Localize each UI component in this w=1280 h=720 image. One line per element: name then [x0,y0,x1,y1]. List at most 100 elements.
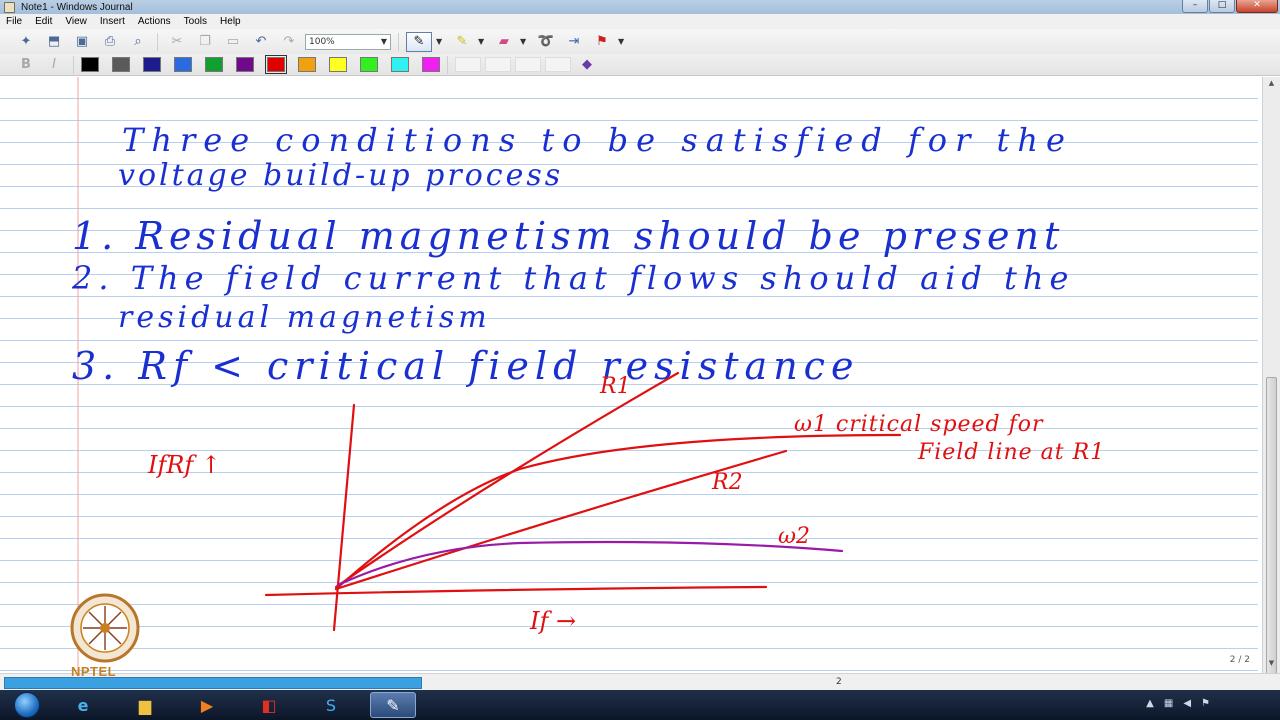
standard-toolbar: ✦ ⬒ ▣ ⎙ ⌕ ✂ ❐ ▭ ↶ ↷ 100% ▼ ✎ ▼ ✎ ▼ ▰ ▼ ➰… [0,29,1280,54]
undo-icon[interactable]: ↶ [249,32,273,52]
internet-explorer-icon[interactable]: e [60,692,106,718]
pen-dropdown-icon[interactable]: ▼ [436,37,446,46]
menu-file[interactable]: File [6,16,22,27]
save-icon[interactable]: ▣ [70,32,94,52]
color-swatch-3[interactable] [143,57,161,72]
toolbar-separator [73,55,74,74]
window-title: Note1 - Windows Journal [21,1,133,13]
toolbar-separator [447,55,448,74]
r2-label: R2 [711,470,743,495]
windows-journal-taskbar-icon[interactable]: ✎ [370,692,416,718]
pen-width-4[interactable] [545,57,571,72]
volume-icon[interactable]: ◀ [1183,698,1191,709]
italic-icon[interactable]: I [42,55,66,75]
menu-help[interactable]: Help [220,16,241,27]
copy-icon[interactable]: ❐ [193,32,217,52]
scroll-up-icon[interactable]: ▲ [1266,79,1277,91]
color-swatch-2[interactable] [112,57,130,72]
open-icon[interactable]: ⬒ [42,32,66,52]
eraser-icon[interactable]: ▰ [492,32,516,52]
network-icon[interactable]: ▦ [1164,698,1173,709]
nptel-logo-text: NPTEL [71,664,117,679]
condition-3: 3. Rf < critical field resistance [72,344,859,388]
heading-line-1: Three conditions to be satisfied for the [122,121,1073,159]
nptel-emblem-icon [70,593,140,663]
color-swatch-12[interactable] [422,57,440,72]
pen-width-3[interactable] [515,57,541,72]
lasso-icon[interactable]: ➰ [534,32,558,52]
format-toolbar: B I ◆ [0,54,1280,76]
menu-insert[interactable]: Insert [100,16,125,27]
menu-actions[interactable]: Actions [138,16,171,27]
y-axis-label: IfRf ↑ [147,451,221,479]
media-player-icon[interactable]: ▶ [184,692,230,718]
heading-line-2: voltage build-up process [118,158,563,193]
journal-window: Note1 - Windows Journal – □ ✕ File Edit … [0,0,1280,720]
toolbar-separator [157,32,158,51]
w2-label: ω2 [778,524,810,549]
zoom-value: 100% [309,36,335,47]
redo-icon[interactable]: ↷ [277,32,301,52]
menu-tools[interactable]: Tools [184,16,207,27]
menu-bar: File Edit View Insert Actions Tools Help [0,14,1280,29]
color-swatch-6[interactable] [236,57,254,72]
vertical-scrollbar[interactable]: ▲ ▼ [1262,77,1280,720]
status-bar: 2 [0,673,1280,690]
find-icon[interactable]: ⌕ [126,32,150,52]
tray-arrow-icon[interactable]: ▲ [1146,698,1154,709]
w1-label-continued: Field line at R1 [917,440,1105,465]
title-bar: Note1 - Windows Journal – □ ✕ [0,0,1280,14]
condition-2: 2. The field current that flows should a… [71,259,1074,297]
office-icon[interactable]: ◧ [246,692,292,718]
color-swatch-7[interactable] [265,55,287,74]
color-swatch-4[interactable] [174,57,192,72]
pen-tool-button[interactable]: ✎ [406,31,432,52]
w1-label: ω1 critical speed for [794,412,1044,437]
close-button[interactable]: ✕ [1236,0,1278,13]
toolbar-separator [398,32,399,51]
color-swatch-11[interactable] [391,57,409,72]
color-swatch-10[interactable] [360,57,378,72]
r1-label: R1 [599,374,631,399]
insert-space-icon[interactable]: ⇥ [562,32,586,52]
color-chooser-icon[interactable]: ◆ [575,55,599,75]
cut-icon[interactable]: ✂ [165,32,189,52]
windows-taskbar: e ▆ ▶ ◧ S ✎ ▲ ▦ ◀ ⚑ [0,690,1280,720]
flag-tray-icon[interactable]: ⚑ [1201,698,1210,709]
chevron-down-icon: ▼ [380,37,387,46]
color-swatch-9[interactable] [329,57,347,72]
eraser-dropdown-icon[interactable]: ▼ [520,37,530,46]
color-swatch-8[interactable] [298,57,316,72]
journal-app-icon [4,1,15,13]
zoom-select[interactable]: 100% ▼ [305,33,391,50]
condition-1: 1. Residual magnetism should be present [72,214,1064,258]
menu-view[interactable]: View [65,16,87,27]
flag-dropdown-icon[interactable]: ▼ [618,37,628,46]
windows-logo-icon [14,692,40,718]
condition-2-continued: residual magnetism [118,300,491,335]
print-icon[interactable]: ⎙ [98,32,122,52]
menu-edit[interactable]: Edit [35,16,52,27]
bold-icon[interactable]: B [14,55,38,75]
folder-icon[interactable]: ▆ [122,692,168,718]
maximize-button[interactable]: □ [1209,0,1235,13]
new-note-icon[interactable]: ✦ [14,32,38,52]
flag-icon[interactable]: ⚑ [590,32,614,52]
pen-width-1[interactable] [455,57,481,72]
note-canvas: Three conditions to be satisfied for the… [0,77,1258,673]
highlighter-dropdown-icon[interactable]: ▼ [478,37,488,46]
color-palette [81,55,440,74]
color-swatch-5[interactable] [205,57,223,72]
start-button[interactable] [10,690,44,720]
scroll-down-icon[interactable]: ▼ [1266,659,1277,671]
skype-icon[interactable]: S [308,692,354,718]
paste-icon[interactable]: ▭ [221,32,245,52]
minimize-button[interactable]: – [1182,0,1208,13]
highlighter-icon[interactable]: ✎ [450,32,474,52]
x-axis-label: If → [529,607,576,635]
color-swatch-1[interactable] [81,57,99,72]
journal-page[interactable]: Three conditions to be satisfied for the… [0,77,1258,673]
status-page-number: 2 [836,677,842,687]
pen-width-2[interactable] [485,57,511,72]
status-progress-bar [4,677,422,689]
